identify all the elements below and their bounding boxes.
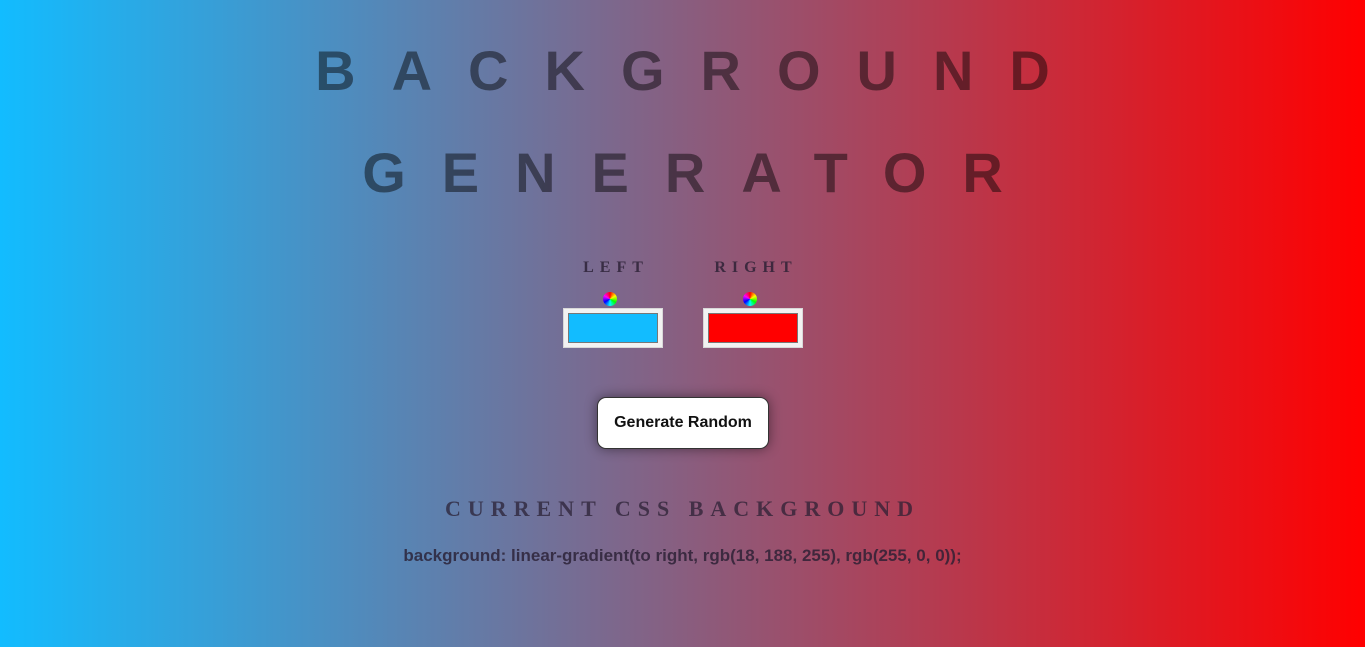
css-section-heading: CURRENT CSS BACKGROUND	[444, 496, 921, 521]
right-picker-label: RIGHT	[714, 259, 798, 276]
left-color-input[interactable]	[563, 308, 663, 348]
color-wheel-icon	[743, 292, 757, 306]
color-wheel-icon	[603, 292, 617, 306]
left-color-picker: LEFT	[563, 258, 663, 348]
css-output-text: background: linear-gradient(to right, rg…	[403, 546, 962, 565]
page-title-line-1: BACKGROUND	[315, 39, 1086, 102]
left-picker-label: LEFT	[583, 259, 649, 276]
right-color-swatch[interactable]	[708, 313, 798, 343]
left-color-swatch[interactable]	[568, 313, 658, 343]
right-color-picker: RIGHT	[703, 258, 803, 348]
right-color-input[interactable]	[703, 308, 803, 348]
page-title-line-2: GENERATOR	[362, 141, 1039, 204]
generate-random-button[interactable]: Generate Random	[597, 397, 769, 449]
